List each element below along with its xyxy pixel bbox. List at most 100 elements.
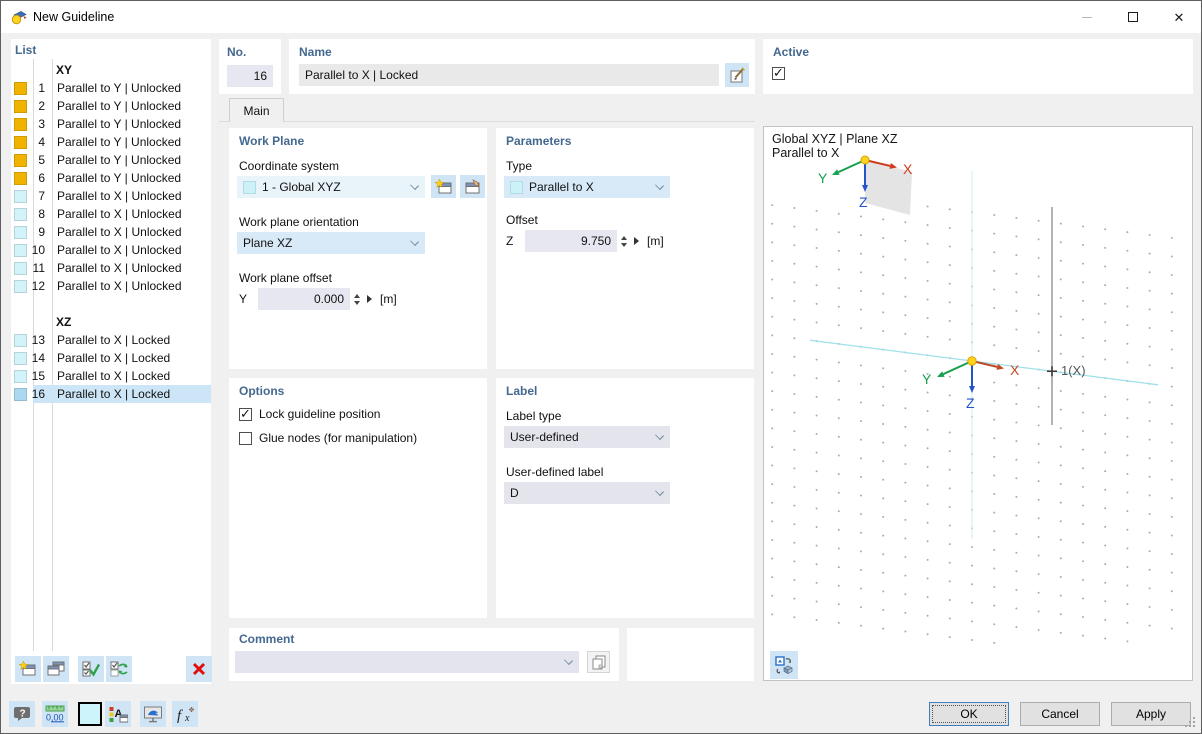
guideline-color-swatch bbox=[14, 351, 27, 365]
user-defined-label-select[interactable]: D bbox=[504, 482, 670, 504]
offset-row: Z 9.750 [m] bbox=[506, 230, 664, 252]
list-item[interactable]: 4 Parallel to Y | Unlocked bbox=[11, 133, 211, 151]
offset-z-input[interactable]: 9.750 bbox=[525, 230, 617, 252]
invert-selection-button[interactable] bbox=[106, 656, 132, 682]
delete-x-icon bbox=[192, 662, 206, 676]
ok-button[interactable]: OK bbox=[929, 702, 1009, 726]
guideline-color-button[interactable] bbox=[78, 702, 102, 726]
user-defined-label-value: D bbox=[510, 486, 519, 500]
invert-selection-icon bbox=[110, 661, 128, 677]
copy-guideline-button[interactable] bbox=[43, 656, 69, 682]
list-item-label: Parallel to X | Unlocked bbox=[57, 243, 182, 257]
tab-main[interactable]: Main bbox=[229, 98, 284, 122]
list-item-number: 12 bbox=[31, 279, 45, 293]
coordinate-system-select[interactable]: 1 - Global XYZ bbox=[237, 176, 425, 198]
formula-button[interactable]: f x bbox=[172, 701, 198, 727]
active-label: Active bbox=[773, 45, 810, 59]
list-item[interactable]: 15 Parallel to X | Locked bbox=[11, 367, 211, 385]
label-section: Label Label type User-defined User-defin… bbox=[496, 378, 754, 618]
list-item[interactable]: 16 Parallel to X | Locked bbox=[11, 385, 211, 403]
type-label: Type bbox=[506, 159, 533, 173]
list-item-label: Parallel to Y | Unlocked bbox=[57, 135, 182, 149]
apply-button[interactable]: Apply bbox=[1111, 702, 1191, 726]
active-checkbox[interactable] bbox=[772, 65, 792, 81]
name-input[interactable]: Parallel to X | Locked bbox=[299, 64, 719, 86]
list-item-number: 10 bbox=[31, 243, 45, 257]
list-item[interactable]: 3 Parallel to Y | Unlocked bbox=[11, 115, 211, 133]
list-item-label: Parallel to Y | Unlocked bbox=[57, 171, 182, 185]
list-item-label: Parallel to Y | Unlocked bbox=[57, 117, 182, 131]
svg-text:Z: Z bbox=[859, 194, 868, 210]
work-plane-offset-label: Work plane offset bbox=[239, 271, 332, 285]
list-item[interactable]: 7 Parallel to X | Unlocked bbox=[11, 187, 211, 205]
list-item[interactable]: 2 Parallel to Y | Unlocked bbox=[11, 97, 211, 115]
list-item-label: Parallel to X | Locked bbox=[57, 351, 171, 365]
delete-guideline-button[interactable] bbox=[186, 656, 212, 682]
list-item[interactable]: 8 Parallel to X | Unlocked bbox=[11, 205, 211, 223]
list-item-number: 9 bbox=[38, 225, 45, 239]
list-item[interactable]: 5 Parallel to Y | Unlocked bbox=[11, 151, 211, 169]
maximize-button[interactable] bbox=[1110, 1, 1156, 33]
list-item[interactable]: 9 Parallel to X | Unlocked bbox=[11, 223, 211, 241]
glue-nodes-checkbox[interactable]: Glue nodes (for manipulation) bbox=[239, 431, 417, 445]
preview-header-line2: Parallel to X bbox=[772, 146, 840, 160]
list-item-number: 14 bbox=[31, 351, 45, 365]
new-coordinate-system-button[interactable] bbox=[431, 175, 456, 198]
comment-copy-button[interactable] bbox=[587, 651, 610, 673]
cancel-button[interactable]: Cancel bbox=[1020, 702, 1100, 726]
svg-text:Y: Y bbox=[818, 170, 828, 186]
list-item[interactable]: 12 Parallel to X | Unlocked bbox=[11, 277, 211, 295]
guideline-color-swatch bbox=[14, 99, 27, 113]
svg-text:f: f bbox=[177, 708, 183, 723]
list-item-number: 6 bbox=[38, 171, 45, 185]
new-guideline-button[interactable] bbox=[15, 656, 41, 682]
view-mode-button[interactable] bbox=[770, 651, 798, 679]
list-item[interactable]: 1 Parallel to Y | Unlocked bbox=[11, 79, 211, 97]
select-all-button[interactable] bbox=[78, 656, 104, 682]
list-item[interactable]: 10 Parallel to X | Unlocked bbox=[11, 241, 211, 259]
label-type-select[interactable]: User-defined bbox=[504, 426, 670, 448]
display-properties-button[interactable]: A bbox=[105, 701, 131, 727]
guideline-color-swatch bbox=[14, 369, 27, 383]
list-item-label: Parallel to Y | Unlocked bbox=[57, 99, 182, 113]
formula-flyout-icon[interactable] bbox=[634, 237, 639, 245]
work-plane-orientation-select[interactable]: Plane XZ bbox=[237, 232, 425, 254]
minimize-button[interactable] bbox=[1064, 1, 1110, 33]
help-button[interactable]: ? bbox=[9, 701, 35, 727]
list-item[interactable]: 13 Parallel to X | Locked bbox=[11, 331, 211, 349]
axis-label: Y bbox=[239, 292, 248, 306]
list-item[interactable]: 6 Parallel to Y | Unlocked bbox=[11, 169, 211, 187]
preview-panel[interactable]: Global XYZ | Plane XZ Parallel to X 1(X)… bbox=[763, 126, 1193, 681]
spinner-buttons[interactable] bbox=[354, 293, 360, 305]
name-section: Name Parallel to X | Locked bbox=[289, 39, 755, 94]
config-button[interactable] bbox=[140, 701, 166, 727]
resize-grip[interactable] bbox=[1185, 717, 1187, 719]
preview-header-line1: Global XYZ | Plane XZ bbox=[772, 132, 898, 146]
list-item-number: 5 bbox=[38, 153, 45, 167]
list-item[interactable]: 14 Parallel to X | Locked bbox=[11, 349, 211, 367]
units-button[interactable]: 0,00 bbox=[42, 701, 68, 727]
no-label: No. bbox=[227, 45, 247, 59]
guideline-color-swatch bbox=[14, 189, 27, 203]
monitor-config-icon bbox=[144, 706, 162, 722]
parameters-section: Parameters Type Parallel to X Offset Z 9… bbox=[496, 128, 754, 369]
lock-guideline-checkbox[interactable]: Lock guideline position bbox=[239, 406, 380, 422]
work-plane-offset-input[interactable]: 0.000 bbox=[258, 288, 350, 310]
edit-coordinate-system-button[interactable] bbox=[460, 175, 485, 198]
offset-z-value: 9.750 bbox=[580, 234, 611, 248]
2d-3d-toggle-icon bbox=[775, 656, 793, 674]
list-item[interactable]: 11 Parallel to X | Unlocked bbox=[11, 259, 211, 277]
chevron-down-icon bbox=[564, 656, 573, 665]
list-title: List bbox=[15, 43, 37, 57]
help-icon: ? bbox=[13, 707, 30, 721]
guideline-color-swatch bbox=[14, 153, 27, 167]
formula-flyout-icon[interactable] bbox=[367, 295, 372, 303]
list-item-number: 1 bbox=[38, 81, 45, 95]
comment-input[interactable] bbox=[235, 651, 579, 673]
spinner-buttons[interactable] bbox=[621, 235, 627, 247]
guideline-type-select[interactable]: Parallel to X bbox=[504, 176, 670, 198]
guideline-list-rows: XY 1 Parallel to Y | Unlocked 2 Parallel to … bbox=[11, 61, 211, 652]
edit-name-button[interactable] bbox=[725, 63, 749, 87]
close-button[interactable]: ✕ bbox=[1156, 1, 1201, 33]
svg-text:0,00: 0,00 bbox=[46, 713, 64, 723]
